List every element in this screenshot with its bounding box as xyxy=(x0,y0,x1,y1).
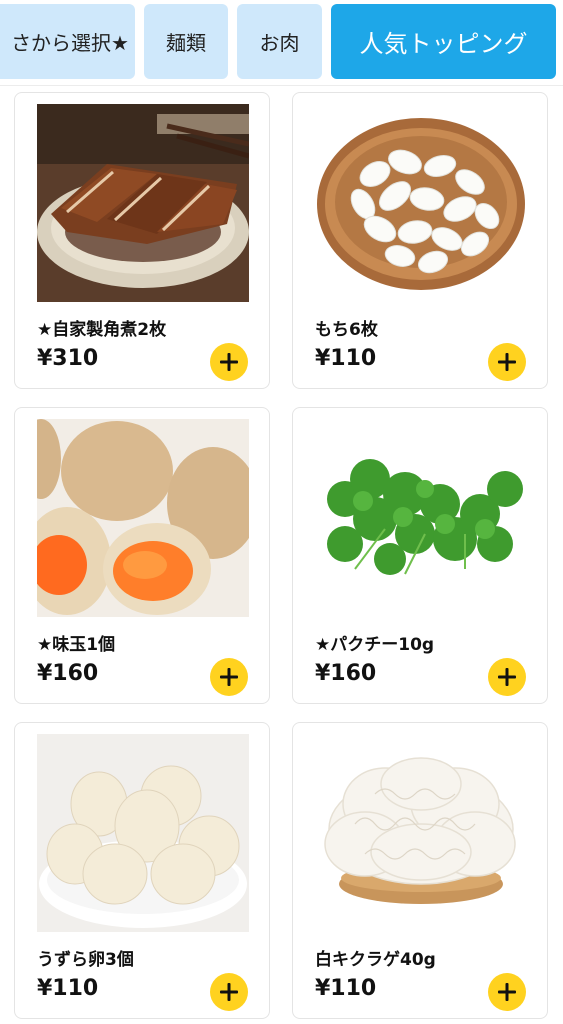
plus-icon xyxy=(220,353,238,371)
add-to-cart-button[interactable] xyxy=(210,343,248,381)
product-card[interactable]: もち6枚 ¥110 xyxy=(292,92,548,389)
product-name: ★パクチー10g xyxy=(315,635,435,655)
product-image-cilantro xyxy=(315,419,527,617)
product-card[interactable]: ★パクチー10g ¥160 xyxy=(292,407,548,704)
tab-noodles[interactable]: 麺類 xyxy=(144,4,228,79)
product-image-marinated-eggs xyxy=(37,419,249,617)
plus-icon xyxy=(498,668,516,686)
product-price: ¥110 xyxy=(37,976,99,1001)
plus-icon xyxy=(498,983,516,1001)
add-to-cart-button[interactable] xyxy=(210,658,248,696)
product-name: もち6枚 xyxy=(315,320,378,340)
product-image-quail-eggs xyxy=(37,734,249,932)
product-card[interactable]: ★自家製角煮2枚 ¥310 xyxy=(14,92,270,389)
product-image-rice-cakes xyxy=(315,104,527,302)
product-name: ★自家製角煮2枚 xyxy=(37,320,167,340)
tab-popular-toppings[interactable]: 人気トッピング xyxy=(331,4,556,79)
add-to-cart-button[interactable] xyxy=(210,973,248,1011)
product-name: うずら卵3個 xyxy=(37,950,134,970)
add-to-cart-button[interactable] xyxy=(488,343,526,381)
product-image-braised-pork xyxy=(37,104,249,302)
product-card[interactable]: 白キクラゲ40g ¥110 xyxy=(292,722,548,1019)
product-name: ★味玉1個 xyxy=(37,635,116,655)
tab-choose-from[interactable]: さから選択★ xyxy=(0,4,135,79)
add-to-cart-button[interactable] xyxy=(488,973,526,1011)
plus-icon xyxy=(220,983,238,1001)
product-price: ¥110 xyxy=(315,346,377,371)
tab-meat[interactable]: お肉 xyxy=(237,4,322,79)
product-price: ¥160 xyxy=(37,661,99,686)
product-image-white-fungus xyxy=(315,734,527,932)
product-price: ¥310 xyxy=(37,346,99,371)
plus-icon xyxy=(220,668,238,686)
product-card[interactable]: うずら卵3個 ¥110 xyxy=(14,722,270,1019)
add-to-cart-button[interactable] xyxy=(488,658,526,696)
product-card[interactable]: ★味玉1個 ¥160 xyxy=(14,407,270,704)
plus-icon xyxy=(498,353,516,371)
category-tab-bar: さから選択★ 麺類 お肉 人気トッピング xyxy=(0,0,563,86)
product-price: ¥160 xyxy=(315,661,377,686)
product-price: ¥110 xyxy=(315,976,377,1001)
product-name: 白キクラゲ40g xyxy=(315,950,436,970)
